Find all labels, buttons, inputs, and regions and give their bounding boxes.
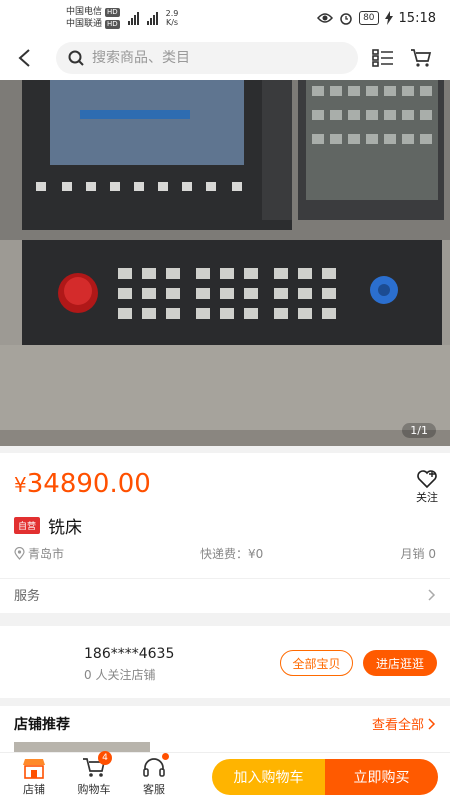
buy-now-button[interactable]: 立即购买 (325, 758, 438, 795)
chevron-right-icon (428, 588, 436, 601)
notification-dot (162, 752, 169, 760)
eye-icon (317, 13, 334, 23)
battery-indicator: 80 (359, 11, 379, 25)
product-image[interactable]: 1/1 (0, 80, 450, 446)
add-to-cart-button[interactable]: 加入购物车 (212, 758, 325, 795)
bottom-action-bar: 店铺 购物车 4 客服 加入购物车 立即购买 (0, 750, 450, 800)
shop-tab[interactable]: 店铺 (4, 757, 64, 797)
product-title: 铣床 (48, 518, 83, 538)
clock: 15:18 (398, 10, 436, 26)
product-photo (0, 80, 450, 446)
cart-button[interactable] (406, 43, 436, 73)
headset-icon (143, 757, 165, 777)
shop-name: 186****4635 (84, 646, 175, 662)
recommend-title: 店铺推荐 (14, 717, 70, 733)
self-operated-badge: 自营 (14, 517, 41, 534)
all-items-button[interactable]: 全部宝贝 (280, 650, 353, 676)
gallery-pager: 1/1 (402, 423, 436, 438)
alarm-icon (340, 13, 352, 25)
signal-icon (127, 11, 139, 25)
view-all-link[interactable]: 查看全部 (372, 714, 436, 733)
net-speed: 2.9 K/s (165, 9, 179, 27)
cart-icon (411, 49, 432, 67)
search-icon (68, 50, 84, 66)
chevron-right-icon (428, 717, 436, 730)
search-input[interactable] (92, 50, 322, 66)
enter-shop-button[interactable]: 进店逛逛 (363, 650, 437, 676)
cart-tab[interactable]: 购物车 4 (64, 750, 124, 797)
menu-icon (372, 49, 393, 67)
shop-followers: 0 人关注店铺 (84, 668, 156, 682)
carrier-info: 中国电信 HD 中国联通 HD (66, 6, 120, 30)
charging-icon (384, 11, 393, 25)
shop-card: 186****4635 0 人关注店铺 全部宝贝 进店逛逛 (0, 626, 450, 698)
back-icon (18, 49, 30, 67)
service-label: 服务 (14, 589, 41, 604)
hd-badge: HD (105, 7, 120, 17)
carrier-2: 中国联通 (66, 19, 103, 29)
category-menu-button[interactable] (368, 43, 398, 73)
customer-service-tab[interactable]: 客服 (124, 752, 184, 797)
signal-icon (146, 11, 158, 25)
service-row[interactable]: 服务 (0, 578, 450, 610)
status-bar: 中国电信 HD 中国联通 HD 2.9 K/s 80 15:18 (0, 0, 450, 36)
store-icon (23, 758, 45, 779)
carrier-1: 中国电信 (66, 7, 103, 17)
product-info: ¥34890.00 关注 自营 铣床 青岛市 快递费：¥0 月销 0 服务 (0, 453, 450, 613)
shipping-fee: 快递费：¥0 (200, 547, 264, 561)
monthly-sales: 月销 0 (400, 547, 436, 561)
heart-plus-icon (417, 470, 437, 489)
price: ¥34890.00 (14, 469, 151, 499)
search-bar[interactable] (56, 42, 358, 74)
follow-button[interactable]: 关注 (416, 469, 438, 505)
purchase-actions: 加入购物车 立即购买 (212, 758, 438, 795)
location-pin-icon (14, 547, 25, 560)
location: 青岛市 (14, 545, 64, 562)
cart-count-badge: 4 (98, 750, 112, 765)
hd-badge: HD (105, 19, 120, 29)
back-button[interactable] (10, 44, 38, 72)
top-nav (0, 36, 450, 80)
